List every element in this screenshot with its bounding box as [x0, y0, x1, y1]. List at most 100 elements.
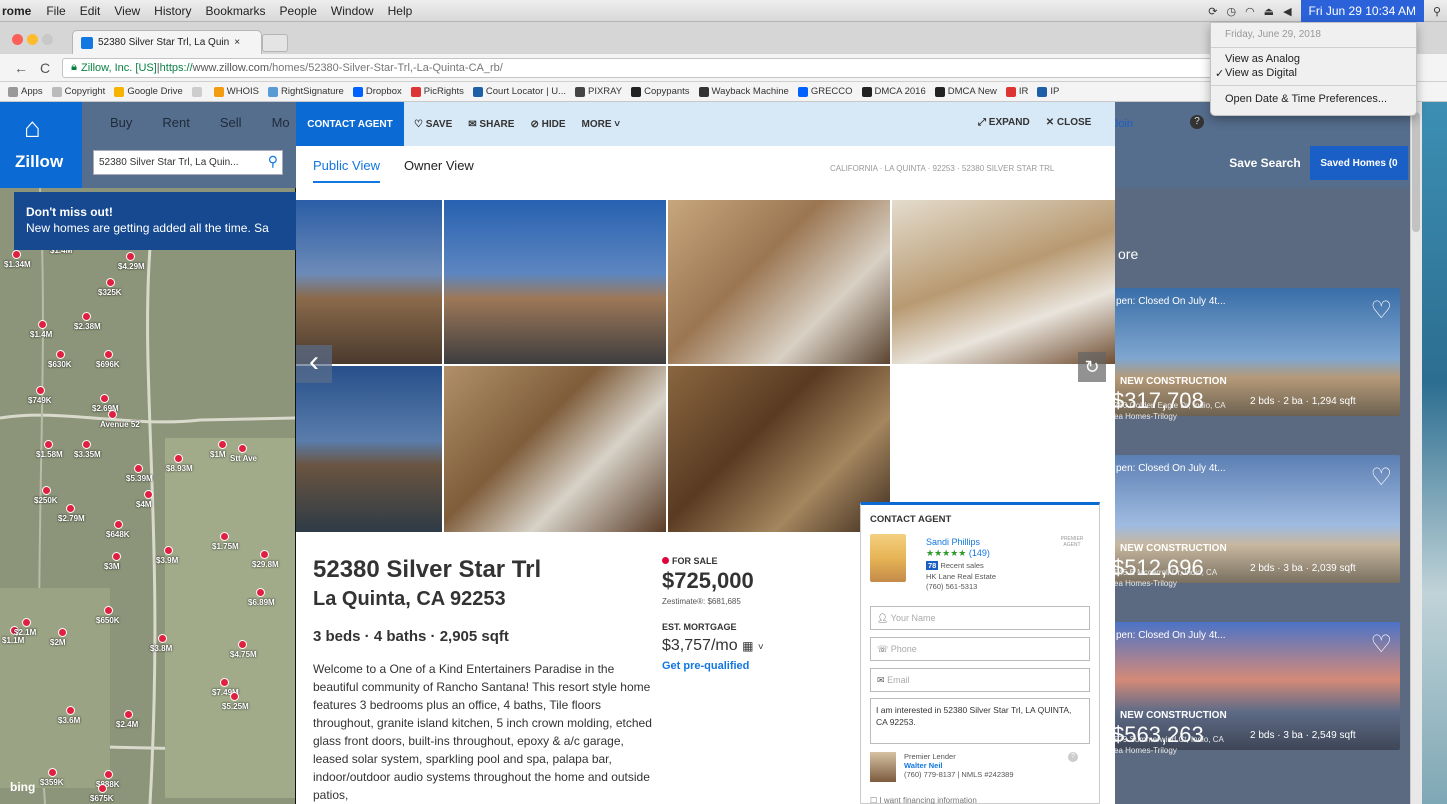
map-pin-icon[interactable] [144, 490, 153, 499]
bookmark-item[interactable]: PIXRAY [574, 86, 622, 97]
view-as-digital-item[interactable]: View as Digital [1225, 67, 1297, 79]
map-pin-icon[interactable] [82, 440, 91, 449]
address-bar[interactable]: 🔒︎ Zillow, Inc. [US] | https:// www.zill… [62, 57, 1213, 78]
map-price-label[interactable]: $4.29M [118, 262, 145, 271]
map-pin-icon[interactable] [260, 550, 269, 559]
map-pin-icon[interactable] [104, 770, 113, 779]
map-view[interactable]: $1.4M $4.29M $1.34M $325K $2.38M $1.4M $630K $6… [0, 188, 295, 804]
bookmark-item[interactable]: Apps [8, 86, 43, 97]
bookmark-item[interactable]: Court Locator | U... [472, 86, 566, 97]
spotlight-icon[interactable]: ⚲ [1433, 5, 1441, 18]
clock[interactable]: Fri Jun 29 10:34 AM [1300, 0, 1424, 22]
map-pin-icon[interactable] [66, 706, 75, 715]
sync-icon[interactable]: ⟳ [1208, 5, 1217, 18]
map-pin-icon[interactable] [112, 552, 121, 561]
bookmark-item[interactable]: PicRights [410, 86, 464, 97]
map-pin-icon[interactable] [174, 454, 183, 463]
map-pin-icon[interactable] [114, 520, 123, 529]
map-price-label[interactable]: $1.1M [2, 636, 24, 645]
new-tab-button[interactable] [262, 34, 288, 52]
photo-office[interactable] [668, 366, 890, 532]
tab-public-view[interactable]: Public View [313, 158, 380, 183]
bookmark-item[interactable]: IR [1005, 86, 1028, 97]
name-field[interactable]: 👤︎ Your Name [870, 606, 1090, 630]
gallery-prev-button[interactable]: ‹ [296, 345, 332, 383]
map-price-label[interactable]: $675K [90, 794, 114, 803]
map-pin-icon[interactable] [218, 440, 227, 449]
map-price-label[interactable]: $4.75M [230, 650, 257, 659]
lender-avatar[interactable] [870, 752, 896, 782]
saved-homes-button[interactable]: Saved Homes (0 [1310, 146, 1408, 180]
menu-file[interactable]: File [39, 4, 72, 18]
photo-exterior-2[interactable] [444, 200, 666, 364]
listing-card[interactable]: pen: Closed On July 4t... ♡ NEW CONSTRUCTI… [1110, 288, 1400, 416]
map-pin-icon[interactable] [82, 312, 91, 321]
map-price-label[interactable]: $1.75M [212, 542, 239, 551]
agent-rating[interactable]: ★★★★★ (149) [926, 548, 990, 559]
bookmark-item[interactable]: GRECCO [797, 86, 853, 97]
menu-window[interactable]: Window [324, 4, 381, 18]
map-pin-icon[interactable] [238, 444, 247, 453]
map-pin-icon[interactable] [100, 394, 109, 403]
map-price-label[interactable]: $2.79M [58, 514, 85, 523]
nav-sell[interactable]: Sell [220, 115, 242, 130]
map-price-label[interactable]: $1.4M [30, 330, 52, 339]
nav-buy[interactable]: Buy [110, 115, 132, 130]
map-pin-icon[interactable] [106, 278, 115, 287]
heart-icon[interactable]: ♡ [1370, 296, 1392, 325]
gallery-rotate-button[interactable]: ↻ [1078, 352, 1106, 382]
back-arrow-icon[interactable]: ← [14, 60, 28, 76]
map-pin-icon[interactable] [98, 784, 107, 793]
date-time-preferences-item[interactable]: Open Date & Time Preferences... [1225, 93, 1387, 105]
map-price-label[interactable]: $648K [106, 530, 130, 539]
menu-people[interactable]: People [273, 4, 324, 18]
map-pin-icon[interactable] [42, 486, 51, 495]
menu-bookmarks[interactable]: Bookmarks [199, 4, 273, 18]
map-pin-icon[interactable] [66, 504, 75, 513]
save-home-button[interactable]: ♡ SAVE [414, 119, 452, 130]
phone-field[interactable]: ☏ Phone [870, 637, 1090, 661]
map-price-label[interactable]: $8.93M [166, 464, 193, 473]
map-pin-icon[interactable] [44, 440, 53, 449]
map-price-label[interactable]: $696K [96, 360, 120, 369]
dont-miss-out-banner[interactable]: Don't miss out! New homes are getting ad… [14, 192, 296, 250]
close-button[interactable]: ✕ CLOSE [1046, 117, 1092, 128]
map-price-label[interactable]: $2.38M [74, 322, 101, 331]
view-as-analog-item[interactable]: View as Analog [1225, 53, 1300, 65]
map-price-label[interactable]: $5.25M [222, 702, 249, 711]
mortgage-estimate[interactable]: $3,757/mo ▦ ˅ [662, 637, 764, 655]
heart-icon[interactable]: ♡ [1370, 630, 1392, 659]
map-pin-icon[interactable] [56, 350, 65, 359]
tab-owner-view[interactable]: Owner View [404, 158, 474, 183]
listing-card[interactable]: pen: Closed On July 4t... ♡ NEW CONSTRUCTI… [1110, 455, 1400, 583]
menu-view[interactable]: View [107, 4, 147, 18]
wifi-icon[interactable]: ◠ [1245, 5, 1255, 18]
close-window-button[interactable] [12, 34, 23, 45]
help-icon[interactable]: ? [1190, 115, 1204, 129]
map-pin-icon[interactable] [126, 252, 135, 261]
bookmark-item[interactable]: Copyright [51, 86, 105, 97]
bookmark-item[interactable]: RightSignature [267, 86, 344, 97]
bookmark-item[interactable]: Google Drive [114, 86, 183, 97]
nav-rent[interactable]: Rent [162, 115, 189, 130]
map-price-label[interactable]: $1.58M [36, 450, 63, 459]
save-search-button[interactable]: Save Search [1220, 150, 1310, 176]
map-price-label[interactable]: Avenue 52 [100, 420, 140, 429]
map-price-label[interactable]: $2.1M [14, 628, 36, 637]
map-price-label[interactable]: $250K [34, 496, 58, 505]
map-price-label[interactable]: $29.8M [252, 560, 279, 569]
bookmark-item[interactable]: Dropbox [352, 86, 402, 97]
map-price-label[interactable]: $3M [104, 562, 120, 571]
map-price-label[interactable]: Stt Ave [230, 454, 257, 463]
map-pin-icon[interactable] [158, 634, 167, 643]
map-price-label[interactable]: $2.4M [116, 720, 138, 729]
email-field[interactable]: ✉ Email [870, 668, 1090, 692]
map-price-label[interactable]: $630K [48, 360, 72, 369]
map-price-label[interactable]: $2M [50, 638, 66, 647]
menu-history[interactable]: History [147, 4, 198, 18]
agent-avatar[interactable] [870, 534, 906, 582]
map-pin-icon[interactable] [104, 606, 113, 615]
map-pin-icon[interactable] [164, 546, 173, 555]
bookmark-item[interactable]: DMCA New [934, 86, 997, 97]
photo-bathroom[interactable] [892, 200, 1115, 364]
